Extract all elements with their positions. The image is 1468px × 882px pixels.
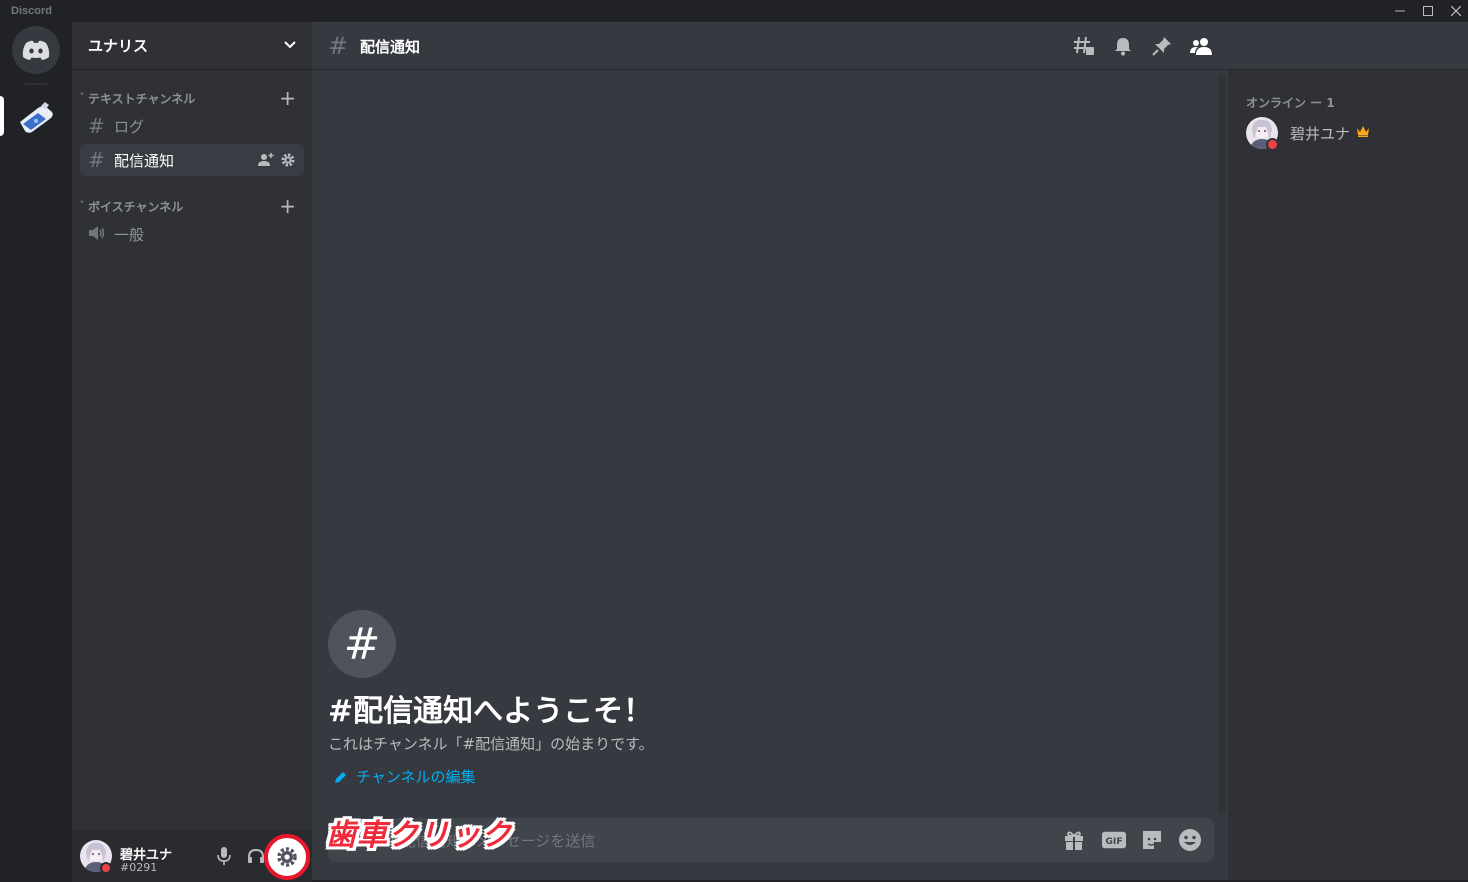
chevron-down-icon bbox=[284, 41, 296, 49]
text-channel-icon: # bbox=[88, 114, 105, 138]
channel-label: 配信通知 bbox=[114, 151, 175, 170]
member-item[interactable]: 碧井ユナ bbox=[1236, 114, 1460, 154]
gift-icon bbox=[1065, 831, 1083, 850]
server-avatar-icon bbox=[20, 102, 53, 133]
member-list-header bbox=[1228, 22, 1468, 70]
home-button[interactable] bbox=[12, 26, 60, 74]
text-channel-icon: # bbox=[88, 148, 105, 172]
pencil-icon bbox=[335, 771, 346, 783]
minimize-icon bbox=[1395, 10, 1405, 12]
welcome-hash-icon: # bbox=[328, 610, 396, 678]
maximize-icon bbox=[1423, 6, 1433, 16]
category-voice-channels[interactable]: ˅ ボイスチャンネル + bbox=[76, 194, 306, 218]
minimize-button[interactable] bbox=[1386, 0, 1414, 22]
bell-icon bbox=[1115, 38, 1131, 56]
discord-logo-icon bbox=[22, 40, 50, 60]
gif-icon: GIF bbox=[1102, 831, 1126, 849]
threads-button[interactable] bbox=[1072, 34, 1096, 58]
channel-header: # 配信通知 検索 bbox=[312, 22, 1453, 70]
collapse-arrow-icon: ˅ bbox=[79, 93, 85, 103]
edit-channel-link[interactable]: チャンネルの編集 bbox=[334, 766, 476, 787]
gif-button[interactable]: GIF bbox=[1102, 828, 1126, 852]
chat-scrollbar[interactable] bbox=[1218, 74, 1226, 814]
chat-area: # 配信通知 検索 # #配信通知へようこそ！ これはチャンネル「#配信通知」の… bbox=[312, 22, 1453, 880]
channel-item-haishin[interactable]: # 配信通知 bbox=[80, 144, 304, 176]
annotation-callout: 歯車クリック bbox=[326, 818, 512, 853]
invite-icon[interactable] bbox=[258, 152, 274, 168]
deafen-button[interactable] bbox=[246, 846, 266, 866]
user-tag: #0291 bbox=[120, 861, 158, 874]
svg-text:GIF: GIF bbox=[1105, 836, 1122, 847]
rail-separator bbox=[24, 83, 48, 85]
crown-icon bbox=[1357, 126, 1369, 137]
user-settings-button[interactable] bbox=[264, 834, 310, 880]
server-rail bbox=[0, 22, 72, 880]
member-list-button[interactable] bbox=[1190, 34, 1214, 58]
member-list: オンライン ー 1 碧井ユナ bbox=[1228, 22, 1468, 880]
gear-icon[interactable] bbox=[280, 152, 296, 168]
maximize-button[interactable] bbox=[1414, 0, 1442, 22]
edit-channel-label: チャンネルの編集 bbox=[356, 768, 476, 786]
welcome-subtitle: これはチャンネル「#配信通知」の始まりです。 bbox=[328, 735, 654, 753]
sticker-button[interactable] bbox=[1140, 828, 1164, 852]
dnd-status-icon bbox=[1266, 138, 1279, 151]
title-bar: Discord bbox=[0, 0, 1468, 22]
category-label: ボイスチャンネル bbox=[88, 199, 184, 214]
threads-icon bbox=[1074, 36, 1094, 55]
add-channel-icon[interactable]: + bbox=[279, 86, 296, 110]
server-icon-yunaris[interactable] bbox=[12, 94, 60, 142]
category-text-channels[interactable]: ˅ テキストチャンネル + bbox=[76, 86, 306, 110]
sticker-icon bbox=[1143, 831, 1161, 849]
pinned-messages-button[interactable] bbox=[1150, 34, 1174, 58]
headphones-icon bbox=[248, 848, 264, 863]
gear-icon bbox=[277, 847, 297, 867]
member-name: 碧井ユナ bbox=[1290, 125, 1351, 143]
microphone-icon bbox=[217, 847, 231, 865]
emoji-button[interactable] bbox=[1178, 828, 1202, 852]
dnd-status-icon bbox=[100, 862, 112, 874]
add-channel-icon[interactable]: + bbox=[279, 194, 296, 218]
close-button[interactable] bbox=[1442, 0, 1468, 22]
voice-channel-general[interactable]: 一般 bbox=[80, 218, 304, 250]
selected-server-pill bbox=[0, 96, 4, 136]
gift-button[interactable] bbox=[1062, 828, 1086, 852]
channel-label: ログ bbox=[114, 117, 145, 136]
speaker-icon bbox=[88, 222, 114, 246]
mute-button[interactable] bbox=[214, 846, 234, 866]
channel-label: 一般 bbox=[114, 225, 145, 244]
app-name: Discord bbox=[11, 5, 52, 17]
members-icon bbox=[1190, 38, 1212, 55]
emoji-icon bbox=[1179, 829, 1201, 851]
guild-name: ユナリス bbox=[88, 37, 149, 55]
welcome-title: #配信通知へようこそ！ bbox=[328, 694, 654, 729]
channel-sidebar: ユナリス ˅ テキストチャンネル + # ログ # 配信通知 ˅ ボイスチャンネ… bbox=[72, 22, 312, 882]
channel-item-log[interactable]: # ログ bbox=[80, 110, 304, 142]
guild-header[interactable]: ユナリス bbox=[72, 22, 312, 70]
member-group-label: オンライン ー 1 bbox=[1246, 96, 1335, 110]
category-label: テキストチャンネル bbox=[88, 91, 196, 106]
notification-settings-button[interactable] bbox=[1111, 34, 1135, 58]
text-channel-icon: # bbox=[328, 32, 349, 60]
collapse-arrow-icon: ˅ bbox=[79, 201, 85, 211]
channel-title: 配信通知 bbox=[360, 38, 421, 56]
close-icon bbox=[1451, 6, 1461, 16]
user-panel: 碧井ユナ #0291 bbox=[72, 830, 312, 882]
pin-icon bbox=[1152, 37, 1171, 56]
